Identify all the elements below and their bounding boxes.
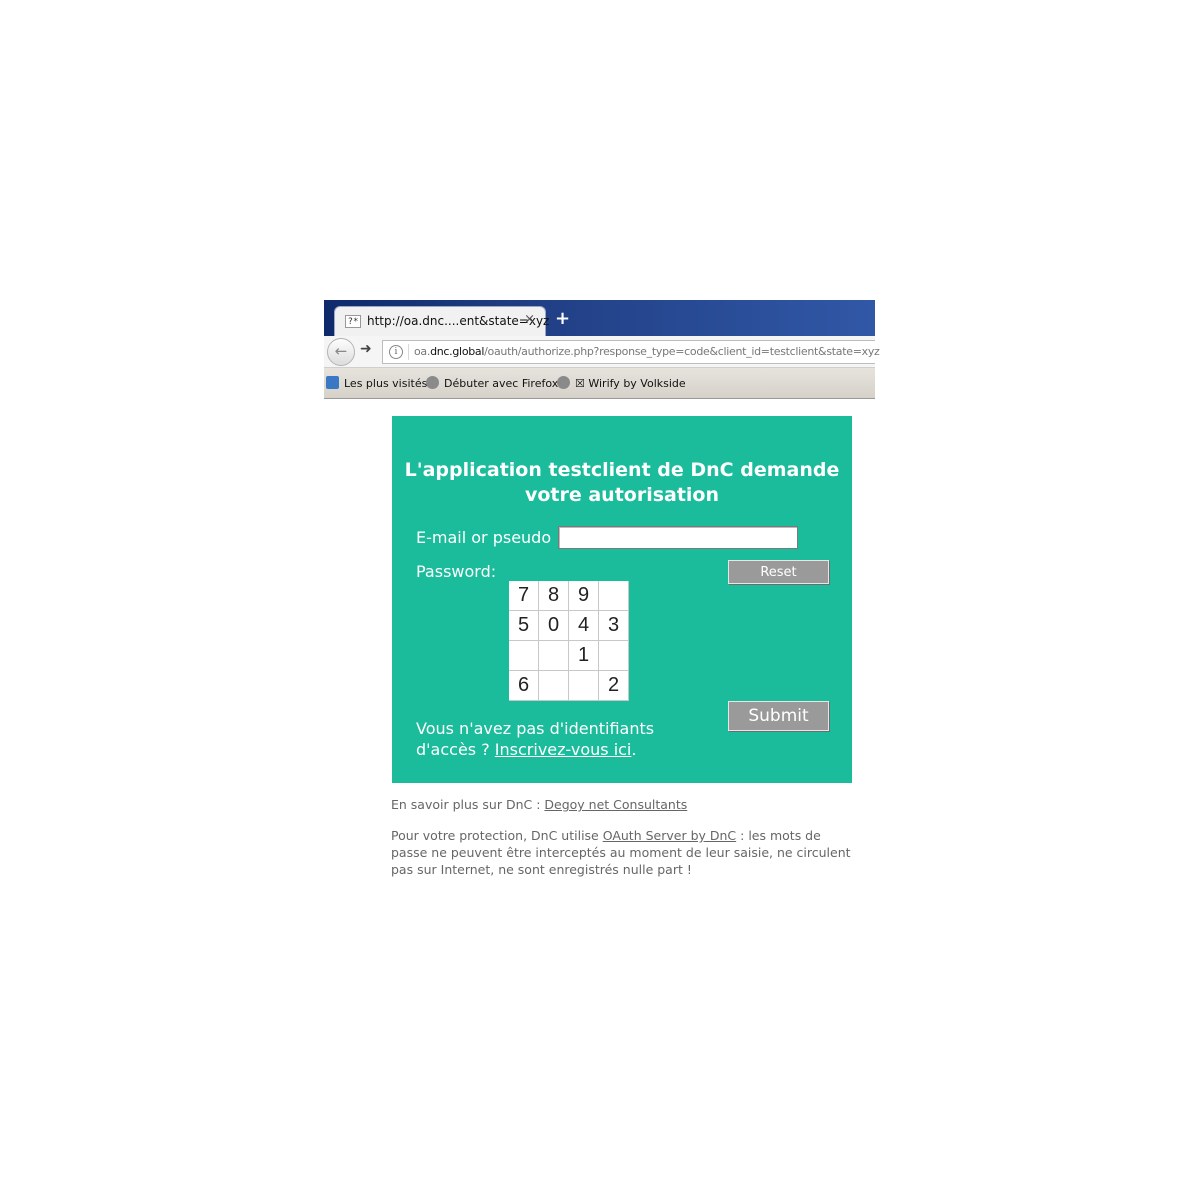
keypad-key[interactable]: 6 — [509, 671, 539, 701]
keypad-key[interactable]: 2 — [599, 671, 629, 701]
keypad-key[interactable]: 7 — [509, 581, 539, 611]
address-bar-divider — [408, 344, 409, 360]
forward-arrow-icon[interactable]: ➜ — [360, 341, 372, 357]
learn-more-text: En savoir plus sur DnC : — [391, 797, 545, 812]
keypad-key[interactable]: 1 — [569, 641, 599, 671]
tab-close-icon[interactable]: × — [524, 312, 535, 327]
url-path: /oauth/authorize.php?response_type=code&… — [484, 345, 880, 358]
bookmark-wirify[interactable]: ☒ Wirify by Volkside — [557, 376, 686, 390]
new-tab-plus-icon[interactable]: + — [555, 308, 570, 329]
navigation-toolbar: ← ➜ i oa.dnc.global/oauth/authorize.php?… — [324, 336, 880, 368]
bookmarks-toolbar: Les plus visités Débuter avec Firefox ☒ … — [324, 368, 875, 399]
keypad-key[interactable]: 8 — [539, 581, 569, 611]
bookmark-star-icon — [326, 376, 339, 389]
degoy-consultants-link[interactable]: Degoy net Consultants — [544, 797, 687, 812]
signup-end: . — [631, 740, 637, 759]
bookmark-getting-started[interactable]: Débuter avec Firefox — [426, 376, 558, 390]
browser-tab[interactable]: ?* http://oa.dnc....ent&state=xyz × — [334, 306, 550, 336]
back-arrow-icon[interactable]: ← — [327, 338, 355, 366]
keypad-key[interactable]: 4 — [569, 611, 599, 641]
bookmark-label: Les plus visités — [344, 377, 428, 390]
keypad-key-blank[interactable] — [539, 641, 569, 671]
address-url[interactable]: oa.dnc.global/oauth/authorize.php?respon… — [414, 345, 880, 358]
heading-line-2: votre autorisation — [524, 484, 720, 506]
email-label: E-mail or pseudo : — [416, 528, 562, 547]
bookmark-label: ☒ Wirify by Volkside — [575, 377, 686, 390]
signup-link[interactable]: Inscrivez-vous ici — [495, 740, 632, 759]
heading-line-1: L'application testclient de DnC demande — [404, 459, 840, 481]
protection-note: Pour votre protection, DnC utilise OAuth… — [391, 827, 861, 878]
keypad-key[interactable]: 0 — [539, 611, 569, 641]
bookmark-label: Débuter avec Firefox — [444, 377, 559, 390]
tab-bar: ?* http://oa.dnc....ent&state=xyz × + — [324, 300, 875, 336]
url-domain: dnc.global — [430, 345, 485, 358]
submit-button[interactable]: Submit — [728, 701, 829, 731]
learn-more-note: En savoir plus sur DnC : Degoy net Consu… — [391, 797, 687, 812]
address-bar[interactable]: i oa.dnc.global/oauth/authorize.php?resp… — [382, 340, 880, 364]
email-field[interactable] — [558, 526, 798, 549]
keypad-key-blank[interactable] — [509, 641, 539, 671]
authorization-card: L'application testclient de DnC demande … — [392, 416, 852, 783]
protection-text-start: Pour votre protection, DnC utilise — [391, 828, 603, 843]
bookmark-most-visited[interactable]: Les plus visités — [326, 376, 427, 390]
signup-prompt: Vous n'avez pas d'identifiants d'accès ?… — [416, 718, 716, 760]
url-prefix: oa. — [414, 345, 431, 358]
globe-icon — [557, 376, 570, 389]
authorization-heading: L'application testclient de DnC demande … — [392, 458, 852, 508]
keypad-key[interactable]: 9 — [569, 581, 599, 611]
oauth-server-link[interactable]: OAuth Server by DnC — [603, 828, 736, 843]
keypad-key[interactable]: 3 — [599, 611, 629, 641]
password-label: Password: — [416, 562, 497, 581]
page-favicon-icon: ?* — [345, 315, 361, 328]
keypad-key-blank[interactable] — [539, 671, 569, 701]
browser-window: ?* http://oa.dnc....ent&state=xyz × + ← … — [324, 300, 880, 399]
tab-title: http://oa.dnc....ent&state=xyz — [367, 314, 550, 328]
keypad-key-blank[interactable] — [599, 641, 629, 671]
globe-icon — [426, 376, 439, 389]
keypad-key-blank[interactable] — [599, 581, 629, 611]
keypad-key[interactable]: 5 — [509, 611, 539, 641]
reset-button[interactable]: Reset — [728, 560, 829, 584]
password-keypad: 7 8 9 5 0 4 3 1 6 2 — [509, 581, 629, 701]
keypad-key-blank[interactable] — [569, 671, 599, 701]
site-info-icon[interactable]: i — [389, 345, 403, 359]
